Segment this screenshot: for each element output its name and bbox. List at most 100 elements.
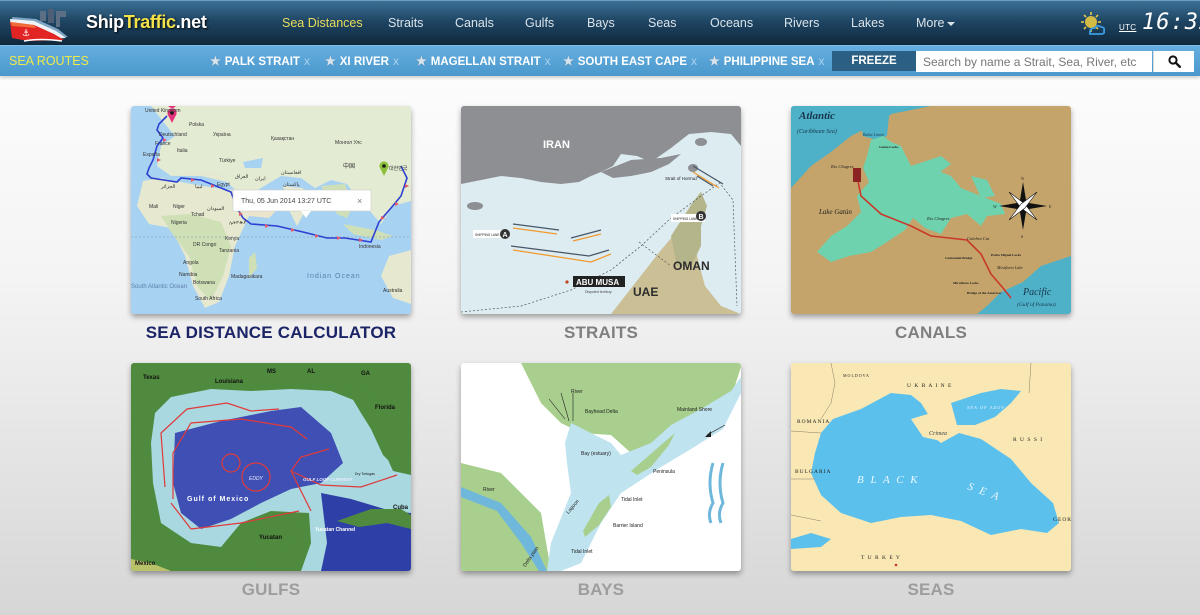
map-label: Pacific [1022, 287, 1052, 298]
world-route-map[interactable]: United Kingdom Polska Deutschland Україн… [131, 106, 411, 314]
map-label: OMAN [673, 259, 710, 273]
route-chip[interactable]: ★ PHILIPPINE SEA x [709, 54, 825, 68]
strait-of-hormuz-map[interactable]: IRAN Strait of Hormuz SHIPPING LANE A SH… [461, 106, 741, 314]
card-seas[interactable]: MOLDOVA U K R A I N E ROMANIA R U S S I … [791, 363, 1071, 600]
map-label: Bayhead Delta [585, 409, 618, 415]
search-input[interactable] [916, 51, 1152, 72]
tooltip-close-icon: × [357, 196, 362, 206]
star-icon: ★ [416, 54, 427, 68]
map-label: Tidal Inlet [571, 549, 593, 555]
tooltip-text: Thu, 05 Jun 2014 13:27 UTC [241, 198, 331, 205]
map-label: MOLDOVA [843, 373, 870, 378]
utc-label: UTC [1119, 23, 1137, 32]
gulf-of-mexico-map[interactable]: Texas Louisiana MS AL GA Florida Cuba Yu… [131, 363, 411, 571]
freeze-button[interactable]: FREEZE [832, 51, 916, 71]
nav-oceans[interactable]: Oceans [710, 16, 753, 30]
map-label: Barrier Island [613, 523, 643, 529]
map-label: پاکستان [283, 182, 300, 188]
map-label: Rio Chagres [926, 216, 950, 221]
card-sea-distance-calculator[interactable]: United Kingdom Polska Deutschland Україн… [131, 106, 411, 343]
remove-route-icon[interactable]: x [545, 54, 551, 68]
map-label: Bay (estuary) [581, 451, 611, 457]
route-label: XI RIVER [339, 56, 389, 68]
map-label: U K R A I N E [907, 383, 952, 389]
black-sea-map[interactable]: MOLDOVA U K R A I N E ROMANIA R U S S I … [791, 363, 1071, 571]
card-title[interactable]: STRAITS [461, 323, 741, 343]
remove-route-icon[interactable]: x [691, 54, 697, 68]
map-label: Madagasikara [231, 274, 263, 280]
map-label: Florida [375, 405, 396, 411]
remove-route-icon[interactable]: x [393, 54, 399, 68]
map-label: T U R K E Y [861, 555, 901, 561]
remove-route-icon[interactable]: x [819, 54, 825, 68]
nav-seas[interactable]: Seas [648, 16, 677, 30]
nav-sea-distances[interactable]: Sea Distances [282, 16, 363, 30]
search-button[interactable] [1153, 51, 1194, 72]
card-title[interactable]: GULFS [131, 580, 411, 600]
star-icon: ★ [210, 54, 221, 68]
map-label: Yucatan Channel [315, 527, 356, 533]
map-label: Yucatan [259, 535, 282, 541]
map-label: Dry Tortugas [355, 472, 375, 476]
map-label: UAE [633, 285, 658, 299]
card-canals[interactable]: N S E W Atlantic (Caribbean Sea) Bahia L… [791, 106, 1071, 343]
map-label: Lake Gatún [818, 208, 852, 216]
map-label: ABU MUSA [576, 278, 619, 287]
route-label: MAGELLAN STRAIT [430, 56, 541, 68]
card-title[interactable]: SEAS [791, 580, 1071, 600]
map-label: Louisiana [215, 379, 244, 385]
nav-more-label: More [916, 16, 945, 30]
route-label: PALK STRAIT [224, 56, 300, 68]
map-label: SHIPPING LANE [673, 217, 697, 221]
nav-straits[interactable]: Straits [388, 16, 423, 30]
star-icon: ★ [563, 54, 574, 68]
card-bays[interactable]: River Bayhead Delta Mainland Shore Bay (… [461, 363, 741, 600]
card-gulfs[interactable]: Texas Louisiana MS AL GA Florida Cuba Yu… [131, 363, 411, 600]
panama-canal-map[interactable]: N S E W Atlantic (Caribbean Sea) Bahia L… [791, 106, 1071, 314]
compass-label: S [1021, 234, 1023, 239]
site-logo-text[interactable]: ShipTraffic.net [86, 12, 207, 33]
map-label: Україна [213, 132, 231, 138]
route-chip[interactable]: ★ PALK STRAIT x [210, 54, 310, 68]
route-chip[interactable]: ★ XI RIVER x [325, 54, 399, 68]
map-label: A [503, 232, 508, 239]
map-label: Монгол Улс [335, 140, 362, 146]
sea-routes-title[interactable]: SEA ROUTES [9, 54, 89, 68]
map-label: العراق [235, 174, 248, 180]
map-label: B L A C K [857, 474, 920, 486]
map-label: SHIPPING LANE [475, 233, 499, 237]
card-title[interactable]: BAYS [461, 580, 741, 600]
map-label: ليبيا [195, 184, 203, 190]
nav-lakes[interactable]: Lakes [851, 16, 884, 30]
map-label: France [155, 141, 171, 147]
logo-ship: Ship [86, 12, 124, 32]
map-label: EDDY [249, 476, 264, 482]
compass-label: N [1021, 176, 1024, 181]
map-label: Angola [183, 260, 199, 266]
nav-canals[interactable]: Canals [455, 16, 494, 30]
partly-sunny-icon[interactable] [1080, 11, 1106, 37]
remove-route-icon[interactable]: x [304, 54, 310, 68]
map-label: Türkiye [219, 158, 236, 164]
map-label: ایران [255, 176, 266, 182]
nav-more[interactable]: More [916, 16, 956, 30]
ship-logo-icon[interactable]: ⚓ [6, 5, 74, 43]
nav-rivers[interactable]: Rivers [784, 16, 819, 30]
card-title[interactable]: SEA DISTANCE CALCULATOR [131, 323, 411, 343]
map-label: Strait of Hormuz [665, 176, 698, 181]
nav-bays[interactable]: Bays [587, 16, 615, 30]
card-title[interactable]: CANALS [791, 323, 1071, 343]
map-label: Botswana [193, 280, 215, 286]
map-label: Miraflores Lake [996, 265, 1023, 270]
nav-gulfs[interactable]: Gulfs [525, 16, 554, 30]
map-label: Bahia Limón [863, 132, 884, 137]
bay-diagram-map[interactable]: River Bayhead Delta Mainland Shore Bay (… [461, 363, 741, 571]
route-chip[interactable]: ★ MAGELLAN STRAIT x [416, 54, 551, 68]
map-label: Australia [383, 288, 403, 294]
card-straits[interactable]: IRAN Strait of Hormuz SHIPPING LANE A SH… [461, 106, 741, 343]
route-label: PHILIPPINE SEA [723, 56, 815, 68]
map-label: Miraflores Locks [953, 281, 979, 285]
map-label: IRAN [543, 139, 570, 151]
route-chip[interactable]: ★ SOUTH EAST CAPE x [563, 54, 697, 68]
map-label: (Gulf of Panama) [1017, 301, 1056, 308]
